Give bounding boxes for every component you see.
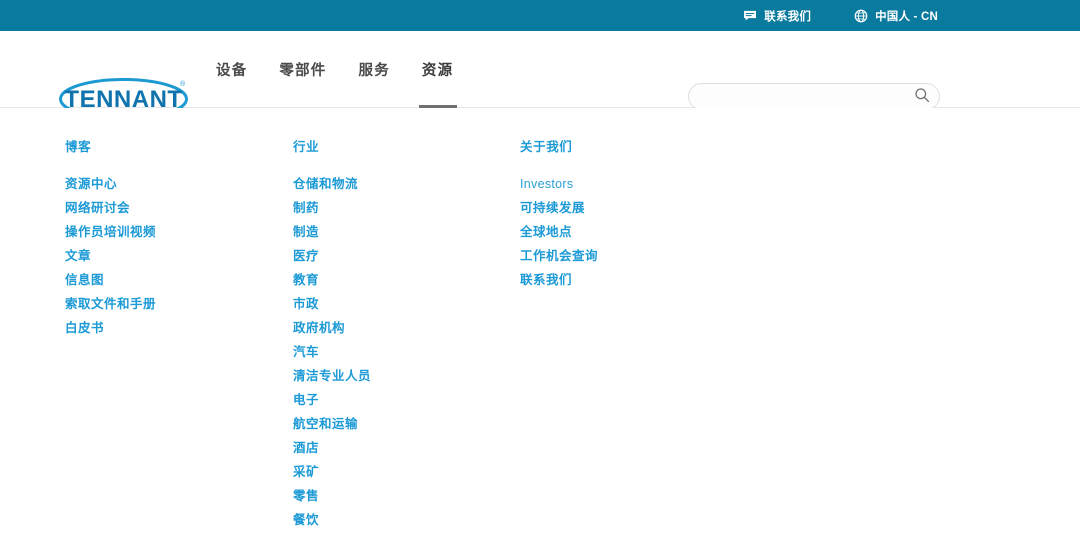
- menu-heading-blog[interactable]: 博客: [65, 136, 275, 155]
- menu-link-manufacturing[interactable]: 制造: [293, 220, 503, 244]
- menu-link-operator-training[interactable]: 操作员培训视频: [65, 220, 275, 244]
- menu-link-retail[interactable]: 零售: [293, 484, 503, 508]
- menu-link-articles[interactable]: 文章: [65, 244, 275, 268]
- svg-text:®: ®: [180, 80, 186, 88]
- resources-column: 博客 资源中心 网络研讨会 操作员培训视频 文章 信息图 索取文件和手册 白皮书: [65, 136, 275, 340]
- about-column: 关于我们 Investors 可持续发展 全球地点 工作机会查询 联系我们: [520, 136, 740, 292]
- language-selector[interactable]: 中国人 - CN: [854, 8, 938, 24]
- menu-link-warehousing-logistics[interactable]: 仓储和物流: [293, 172, 503, 196]
- menu-link-infographics[interactable]: 信息图: [65, 268, 275, 292]
- menu-link-food-service[interactable]: 餐饮: [293, 508, 503, 532]
- contact-us-link[interactable]: 联系我们: [743, 8, 811, 24]
- search-button[interactable]: [913, 88, 931, 106]
- menu-link-education[interactable]: 教育: [293, 268, 503, 292]
- contact-us-label: 联系我们: [764, 10, 812, 23]
- menu-link-resource-center[interactable]: 资源中心: [65, 172, 275, 196]
- search-input[interactable]: [688, 83, 940, 110]
- menu-link-white-papers[interactable]: 白皮书: [65, 316, 275, 340]
- mega-menu-panel: 博客 资源中心 网络研讨会 操作员培训视频 文章 信息图 索取文件和手册 白皮书…: [0, 108, 1080, 554]
- menu-link-automotive[interactable]: 汽车: [293, 340, 503, 364]
- search-container: [688, 83, 940, 110]
- menu-link-cleaning-professional[interactable]: 清洁专业人员: [293, 364, 503, 388]
- menu-link-contact-us[interactable]: 联系我们: [520, 268, 740, 292]
- menu-link-webinars[interactable]: 网络研讨会: [65, 196, 275, 220]
- menu-link-request-documents[interactable]: 索取文件和手册: [65, 292, 275, 316]
- industries-column: 行业 仓储和物流 制药 制造 医疗 教育 市政 政府机构 汽车 清洁专业人员 电…: [293, 136, 503, 532]
- nav-item-equipment[interactable]: 设备: [216, 31, 263, 108]
- main-header: TENNANT ® 设备 零部件 服务 资源: [0, 31, 1080, 120]
- nav-item-resources[interactable]: 资源: [406, 31, 469, 108]
- chat-bubble-icon: [743, 9, 757, 23]
- globe-icon: [854, 9, 868, 23]
- nav-item-service[interactable]: 服务: [343, 31, 406, 108]
- language-label: 中国人 - CN: [875, 10, 938, 23]
- menu-link-hospitality[interactable]: 酒店: [293, 436, 503, 460]
- menu-link-municipal[interactable]: 市政: [293, 292, 503, 316]
- menu-link-investors[interactable]: Investors: [520, 172, 740, 196]
- menu-link-mining[interactable]: 采矿: [293, 460, 503, 484]
- menu-link-careers[interactable]: 工作机会查询: [520, 244, 740, 268]
- menu-link-electronics[interactable]: 电子: [293, 388, 503, 412]
- menu-link-global-locations[interactable]: 全球地点: [520, 220, 740, 244]
- menu-heading-about-us[interactable]: 关于我们: [520, 136, 740, 155]
- menu-link-pharmaceutical[interactable]: 制药: [293, 196, 503, 220]
- utility-bar: 联系我们 中国人 - CN: [0, 0, 1080, 31]
- menu-link-government[interactable]: 政府机构: [293, 316, 503, 340]
- menu-heading-industries[interactable]: 行业: [293, 136, 503, 155]
- search-icon: [914, 87, 930, 106]
- menu-link-sustainability[interactable]: 可持续发展: [520, 196, 740, 220]
- nav-item-parts[interactable]: 零部件: [263, 31, 342, 108]
- primary-nav: 设备 零部件 服务 资源: [216, 31, 469, 108]
- menu-link-aviation-transport[interactable]: 航空和运输: [293, 412, 503, 436]
- menu-link-healthcare[interactable]: 医疗: [293, 244, 503, 268]
